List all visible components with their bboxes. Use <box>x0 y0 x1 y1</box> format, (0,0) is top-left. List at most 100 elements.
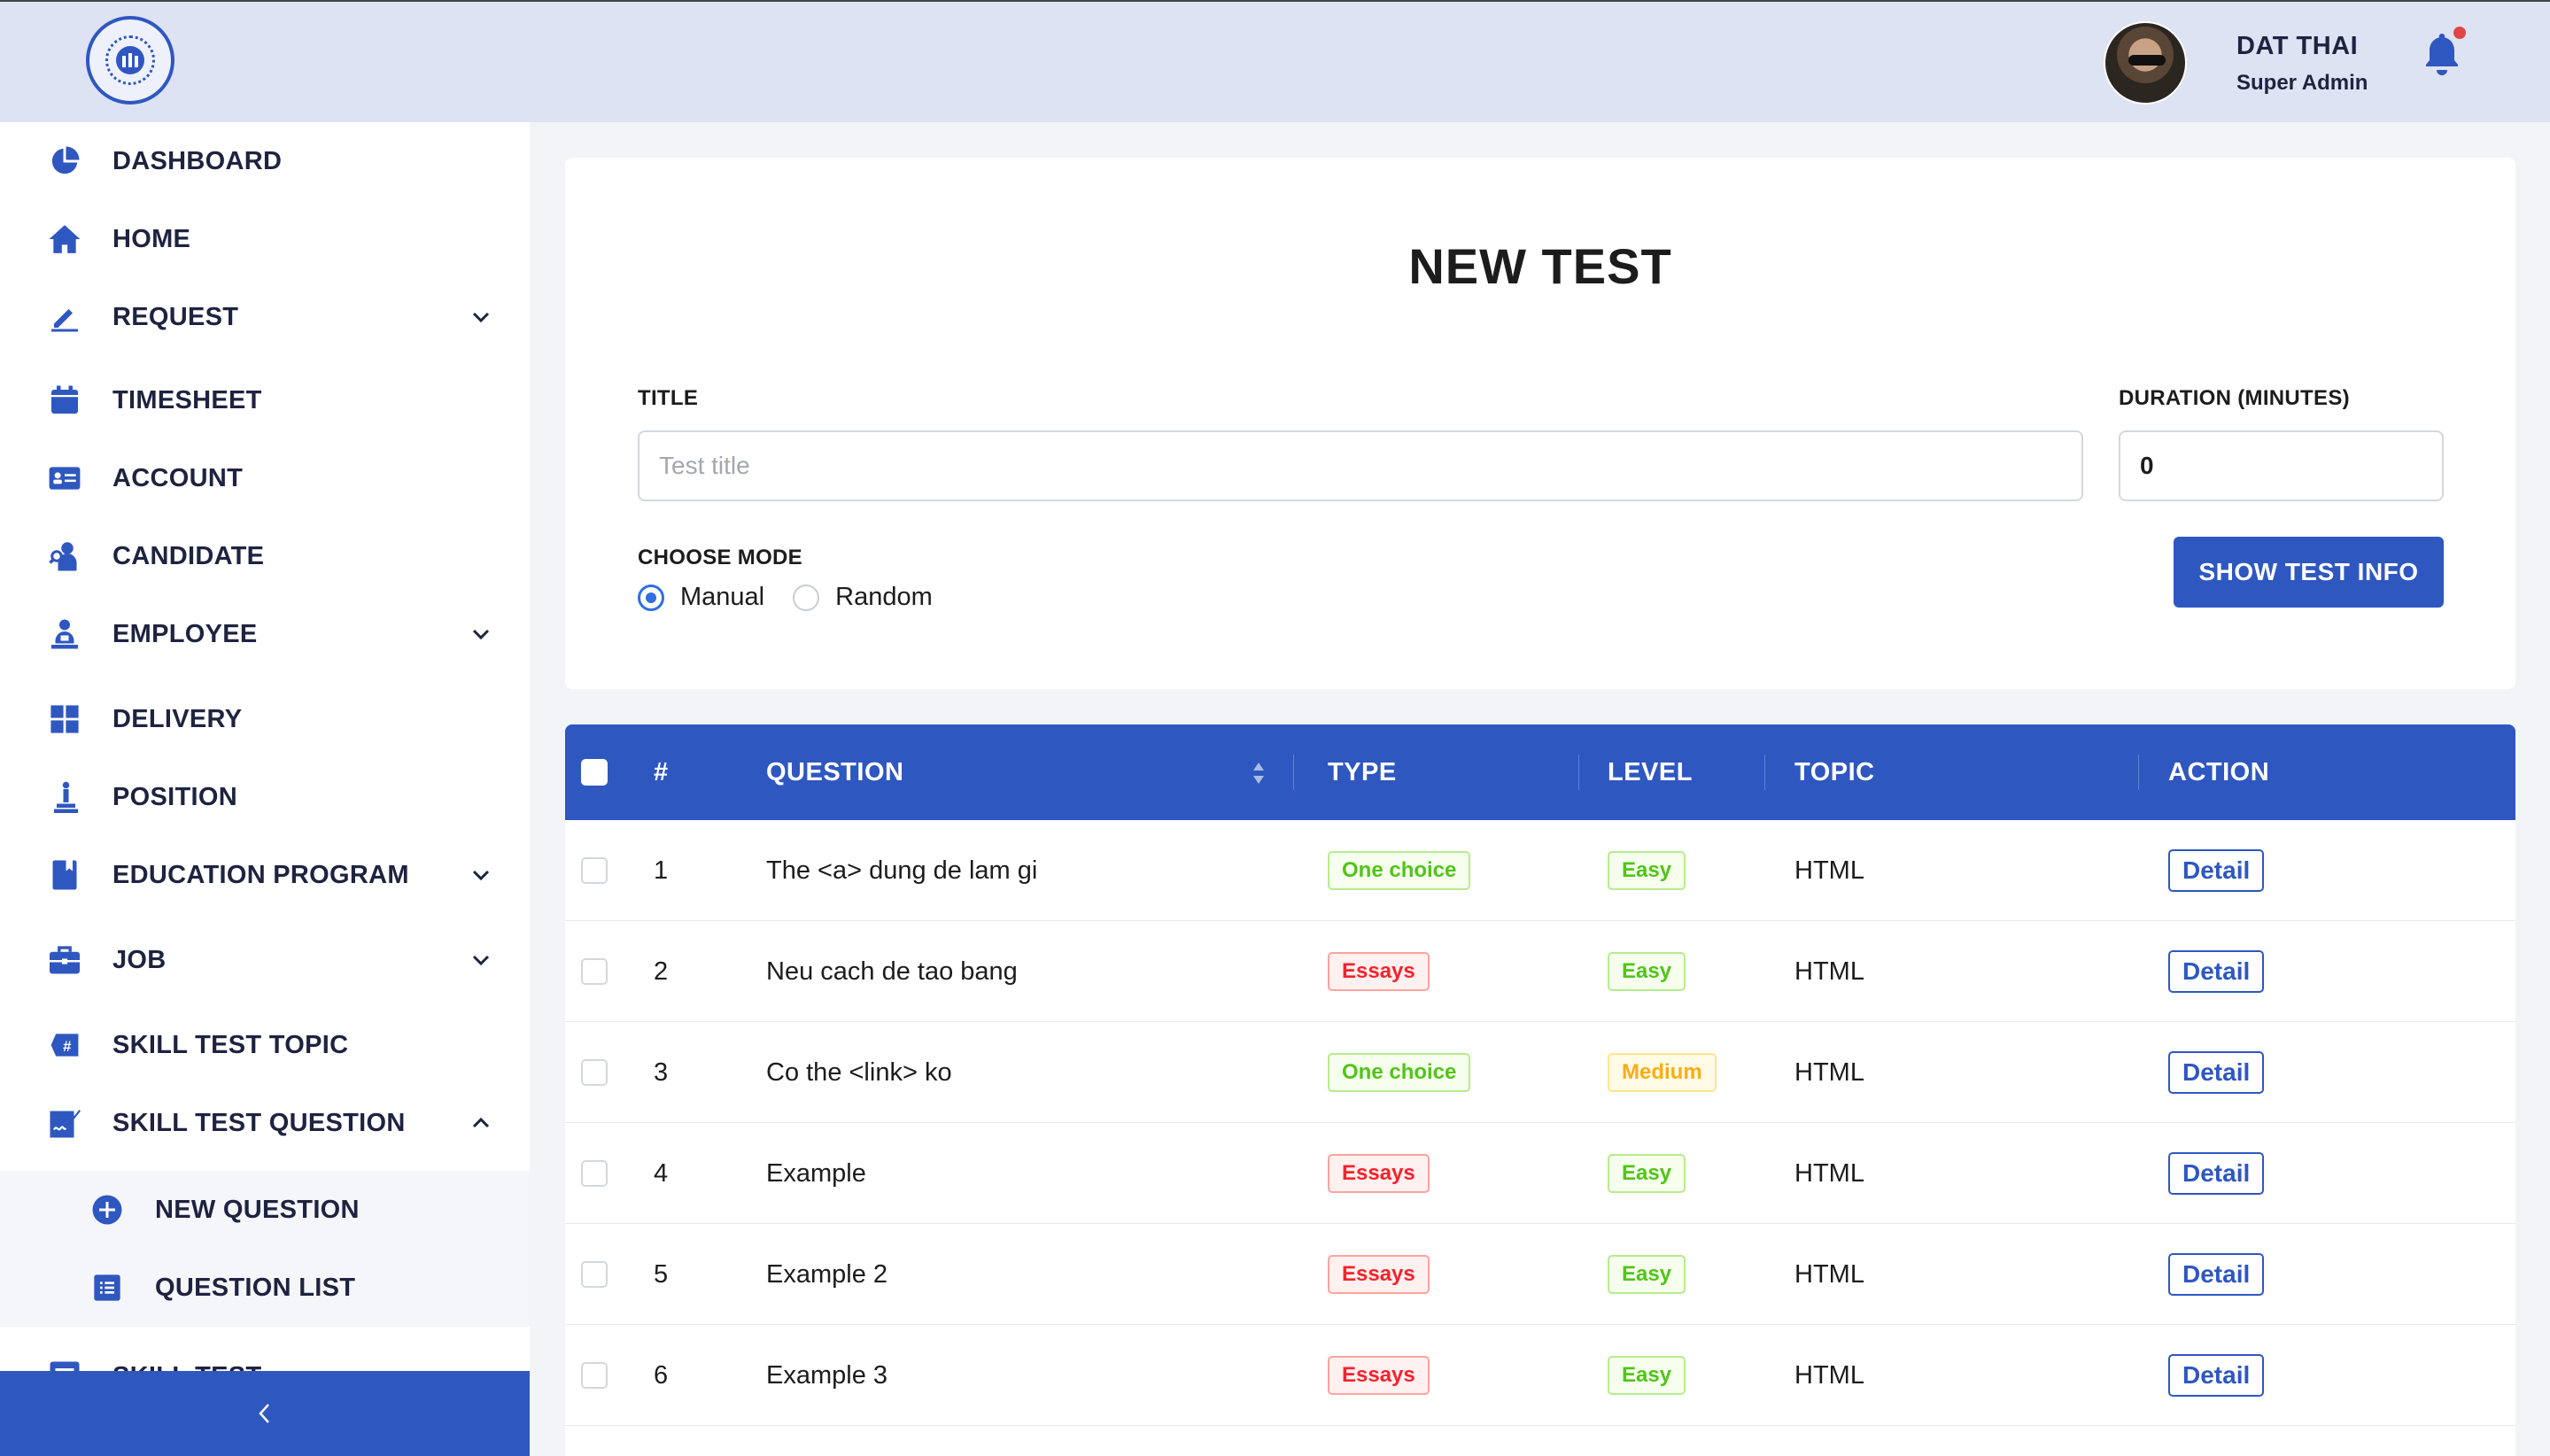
row-checkbox[interactable] <box>581 1160 608 1187</box>
sidebar-item-label: JOB <box>112 945 167 974</box>
sidebar-item-education-program[interactable]: EDUCATION PROGRAM <box>0 836 530 914</box>
sidebar-collapse-button[interactable] <box>0 1371 530 1456</box>
table-row: 6 Example 3 Essays Easy HTML Detail <box>565 1325 2515 1426</box>
chevron-left-icon <box>259 1404 269 1423</box>
type-tag: One choice <box>1328 851 1471 890</box>
title-label: TITLE <box>638 386 699 410</box>
sidebar-item-label: CANDIDATE <box>112 541 265 570</box>
row-topic: HTML <box>1794 1360 1864 1390</box>
sidebar-item-request[interactable]: REQUEST <box>0 278 530 356</box>
column-header-action: ACTION <box>2168 757 2270 786</box>
row-topic: HTML <box>1794 1057 1864 1087</box>
detail-button[interactable]: Detail <box>2168 1253 2265 1296</box>
sidebar-item-timesheet[interactable]: TIMESHEET <box>0 361 530 439</box>
user-name: DAT THAI <box>2236 32 2359 60</box>
row-question: The <a> dung de lam gi <box>766 856 1038 885</box>
type-tag: Essays <box>1328 1255 1430 1294</box>
table-row: 5 Example 2 Essays Easy HTML Detail <box>565 1224 2515 1325</box>
book-icon <box>48 858 81 892</box>
grid-icon <box>48 702 81 736</box>
question-table: # QUESTION TYPE LEVEL TOPIC ACTION 1 The… <box>565 724 2515 1456</box>
table-row: 2 Neu cach de tao bang Essays Easy HTML … <box>565 921 2515 1022</box>
sidebar-item-label: SKILL TEST QUESTION <box>112 1108 406 1137</box>
sidebar-item-candidate[interactable]: CANDIDATE <box>0 517 530 595</box>
row-question: Example <box>766 1158 866 1188</box>
notification-badge <box>2453 27 2466 39</box>
pie-chart-icon <box>48 144 81 178</box>
sidebar-item-job[interactable]: JOB <box>0 921 530 999</box>
sidebar-item-account[interactable]: ACCOUNT <box>0 439 530 517</box>
svg-text:#: # <box>63 1038 72 1055</box>
sidebar-item-delivery[interactable]: DELIVERY <box>0 680 530 758</box>
type-tag: Essays <box>1328 952 1430 991</box>
sidebar-item-skill-test-question[interactable]: SKILL TEST QUESTION <box>0 1084 530 1162</box>
manual-radio-label[interactable]: Manual <box>680 583 764 612</box>
table-row: 4 Example Essays Easy HTML Detail <box>565 1123 2515 1224</box>
user-role: Super Admin <box>2236 71 2368 95</box>
row-topic: HTML <box>1794 1259 1864 1289</box>
sidebar-item-label: DELIVERY <box>112 704 243 733</box>
chevron-down-icon[interactable] <box>468 947 494 973</box>
chevron-down-icon[interactable] <box>468 862 494 888</box>
employee-icon <box>48 617 81 651</box>
row-checkbox[interactable] <box>581 1362 608 1389</box>
user-avatar[interactable] <box>2104 21 2187 105</box>
sidebar-subitem-label: QUESTION LIST <box>155 1273 356 1302</box>
row-index: 6 <box>654 1360 669 1390</box>
row-checkbox[interactable] <box>581 1261 608 1288</box>
plus-circle-icon <box>90 1193 124 1227</box>
sidebar-item-home[interactable]: HOME <box>0 200 530 278</box>
id-card-icon <box>48 461 81 495</box>
level-tag: Easy <box>1608 1356 1686 1395</box>
sidebar-item-label: DASHBOARD <box>112 146 283 175</box>
table-header: # QUESTION TYPE LEVEL TOPIC ACTION <box>565 724 2515 820</box>
column-header-index: # <box>654 757 669 786</box>
detail-button[interactable]: Detail <box>2168 1152 2265 1195</box>
sidebar-item-dashboard[interactable]: DASHBOARD <box>0 122 530 200</box>
row-index: 1 <box>654 856 669 885</box>
chevron-up-icon[interactable] <box>468 1110 494 1136</box>
detail-button[interactable]: Detail <box>2168 950 2265 993</box>
level-tag: Easy <box>1608 851 1686 890</box>
sidebar-item-label: HOME <box>112 224 191 253</box>
sidebar-item-skill-test-topic[interactable]: # SKILL TEST TOPIC <box>0 1006 530 1084</box>
column-header-question[interactable]: QUESTION <box>766 724 903 820</box>
company-logo[interactable] <box>86 16 174 105</box>
chevron-down-icon[interactable] <box>468 304 494 330</box>
show-test-info-button[interactable]: SHOW TEST INFO <box>2174 537 2444 608</box>
random-radio-label[interactable]: Random <box>835 583 933 612</box>
sidebar-item-employee[interactable]: EMPLOYEE <box>0 595 530 673</box>
level-tag: Easy <box>1608 1154 1686 1193</box>
row-checkbox[interactable] <box>581 958 608 985</box>
sidebar-subitem-new-question[interactable]: NEW QUESTION <box>0 1171 530 1249</box>
duration-input[interactable] <box>2119 430 2444 501</box>
briefcase-icon <box>48 943 81 977</box>
row-checkbox[interactable] <box>581 857 608 884</box>
select-all-checkbox[interactable] <box>581 759 608 786</box>
chevron-down-icon[interactable] <box>468 621 494 647</box>
sidebar-item-label: EMPLOYEE <box>112 619 258 648</box>
sidebar-subitem-label: NEW QUESTION <box>155 1195 360 1224</box>
sidebar-item-position[interactable]: POSITION <box>0 758 530 836</box>
row-topic: HTML <box>1794 1158 1864 1188</box>
type-tag: Essays <box>1328 1356 1430 1395</box>
row-topic: HTML <box>1794 856 1864 885</box>
notification-bell-icon[interactable] <box>2421 32 2463 78</box>
random-radio[interactable] <box>793 584 820 611</box>
chess-pawn-icon <box>48 780 81 814</box>
choose-mode-label: CHOOSE MODE <box>638 546 802 569</box>
manual-radio[interactable] <box>638 584 664 611</box>
detail-button[interactable]: Detail <box>2168 849 2265 892</box>
sort-icon[interactable] <box>1251 760 1267 786</box>
sidebar-item-label: POSITION <box>112 782 237 811</box>
row-question: Neu cach de tao bang <box>766 956 1018 986</box>
page-title: NEW TEST <box>1408 238 1672 294</box>
row-question: Example 3 <box>766 1360 888 1390</box>
duration-label: DURATION (MINUTES) <box>2119 386 2350 410</box>
row-checkbox[interactable] <box>581 1059 608 1086</box>
test-title-input[interactable] <box>638 430 2083 501</box>
row-index: 5 <box>654 1259 669 1289</box>
detail-button[interactable]: Detail <box>2168 1051 2265 1094</box>
detail-button[interactable]: Detail <box>2168 1354 2265 1397</box>
sidebar-subitem-question-list[interactable]: QUESTION LIST <box>0 1249 530 1327</box>
